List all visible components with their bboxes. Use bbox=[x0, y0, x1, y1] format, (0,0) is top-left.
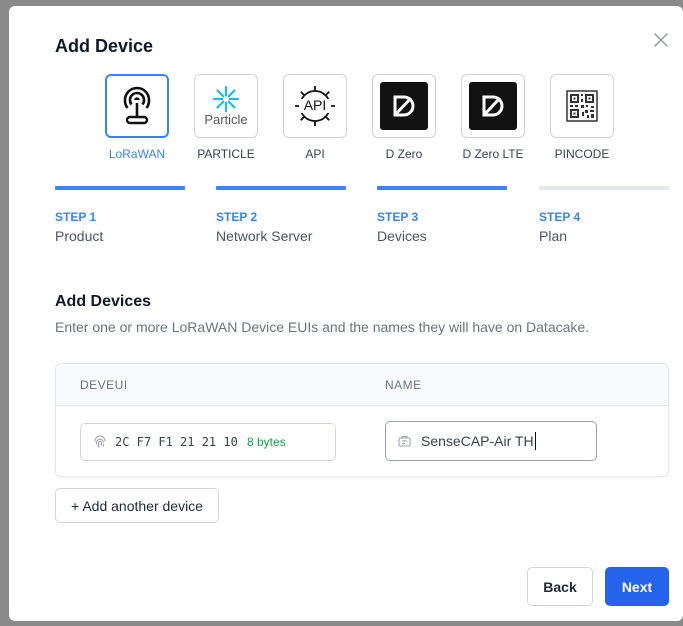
d-zero-lte-logo-icon bbox=[482, 95, 504, 117]
back-button[interactable]: Back bbox=[527, 567, 593, 606]
step-number: STEP 4 bbox=[539, 210, 581, 224]
step-progress-bar bbox=[216, 186, 346, 190]
step-name: Plan bbox=[539, 228, 568, 244]
text-caret bbox=[534, 432, 536, 450]
qr-code-icon bbox=[566, 90, 598, 122]
column-header-name: NAME bbox=[385, 378, 422, 392]
step-name: Network Server bbox=[216, 228, 313, 244]
step-number: STEP 1 bbox=[55, 210, 97, 224]
product-tile-pincode[interactable]: PINCODE bbox=[542, 74, 622, 161]
api-logo-text: API bbox=[303, 97, 327, 113]
step-name: Devices bbox=[377, 228, 427, 244]
product-label: PARTICLE bbox=[197, 147, 255, 161]
fingerprint-icon bbox=[94, 435, 106, 448]
step-network-server: STEP 2 Network Server bbox=[216, 186, 346, 244]
product-tile-particle[interactable]: Particle PARTICLE bbox=[186, 74, 266, 161]
step-number: STEP 2 bbox=[216, 210, 258, 224]
product-label: LoRaWAN bbox=[108, 147, 166, 161]
add-another-device-button[interactable]: + Add another device bbox=[55, 488, 219, 523]
next-button[interactable]: Next bbox=[605, 567, 669, 606]
deveui-input[interactable]: 2C F7 F1 21 21 10 01 2 8 bytes bbox=[80, 423, 336, 461]
product-label: API bbox=[305, 147, 325, 161]
d-zero-logo-icon bbox=[393, 95, 415, 117]
product-tile-lorawan[interactable]: LoRaWAN bbox=[97, 74, 177, 161]
add-device-modal: Add Device LoRaWAN Particle PARTICLE API… bbox=[9, 6, 683, 621]
step-progress-bar bbox=[539, 186, 669, 190]
device-name-input[interactable]: SenseCAP-Air TH bbox=[385, 421, 597, 461]
product-tile-d-zero-lte[interactable]: D Zero LTE bbox=[453, 74, 533, 161]
step-devices: STEP 3 Devices bbox=[377, 186, 507, 244]
table-header: DEVEUI NAME bbox=[56, 364, 668, 406]
step-number: STEP 3 bbox=[377, 210, 419, 224]
devices-table: DEVEUI NAME 2C F7 F1 21 21 10 01 2 8 byt… bbox=[55, 363, 669, 477]
column-header-deveui: DEVEUI bbox=[80, 378, 128, 392]
step-product: STEP 1 Product bbox=[55, 186, 185, 244]
product-label: D Zero LTE bbox=[462, 147, 524, 161]
product-label: D Zero bbox=[385, 147, 423, 161]
product-tile-api[interactable]: API API bbox=[275, 74, 355, 161]
step-progress-bar bbox=[377, 186, 507, 190]
deveui-value: 2C F7 F1 21 21 10 01 2 bbox=[115, 435, 245, 449]
device-name-value: SenseCAP-Air TH bbox=[421, 433, 534, 449]
particle-logo-icon bbox=[212, 85, 240, 113]
close-button[interactable] bbox=[651, 30, 671, 50]
particle-logo-text: Particle bbox=[204, 112, 248, 127]
close-icon bbox=[654, 33, 668, 47]
section-title: Add Devices bbox=[55, 293, 152, 310]
modal-title: Add Device bbox=[55, 36, 154, 56]
step-plan: STEP 4 Plan bbox=[539, 186, 669, 244]
product-tile-d-zero[interactable]: D Zero bbox=[364, 74, 444, 161]
product-label: PINCODE bbox=[554, 147, 610, 161]
byte-count: 8 bytes bbox=[247, 435, 286, 449]
section-description: Enter one or more LoRaWAN Device EUIs an… bbox=[55, 319, 590, 335]
lorawan-antenna-icon bbox=[119, 86, 155, 125]
step-progress-bar bbox=[55, 186, 185, 190]
device-tag-icon bbox=[398, 435, 411, 447]
step-name: Product bbox=[55, 228, 104, 244]
